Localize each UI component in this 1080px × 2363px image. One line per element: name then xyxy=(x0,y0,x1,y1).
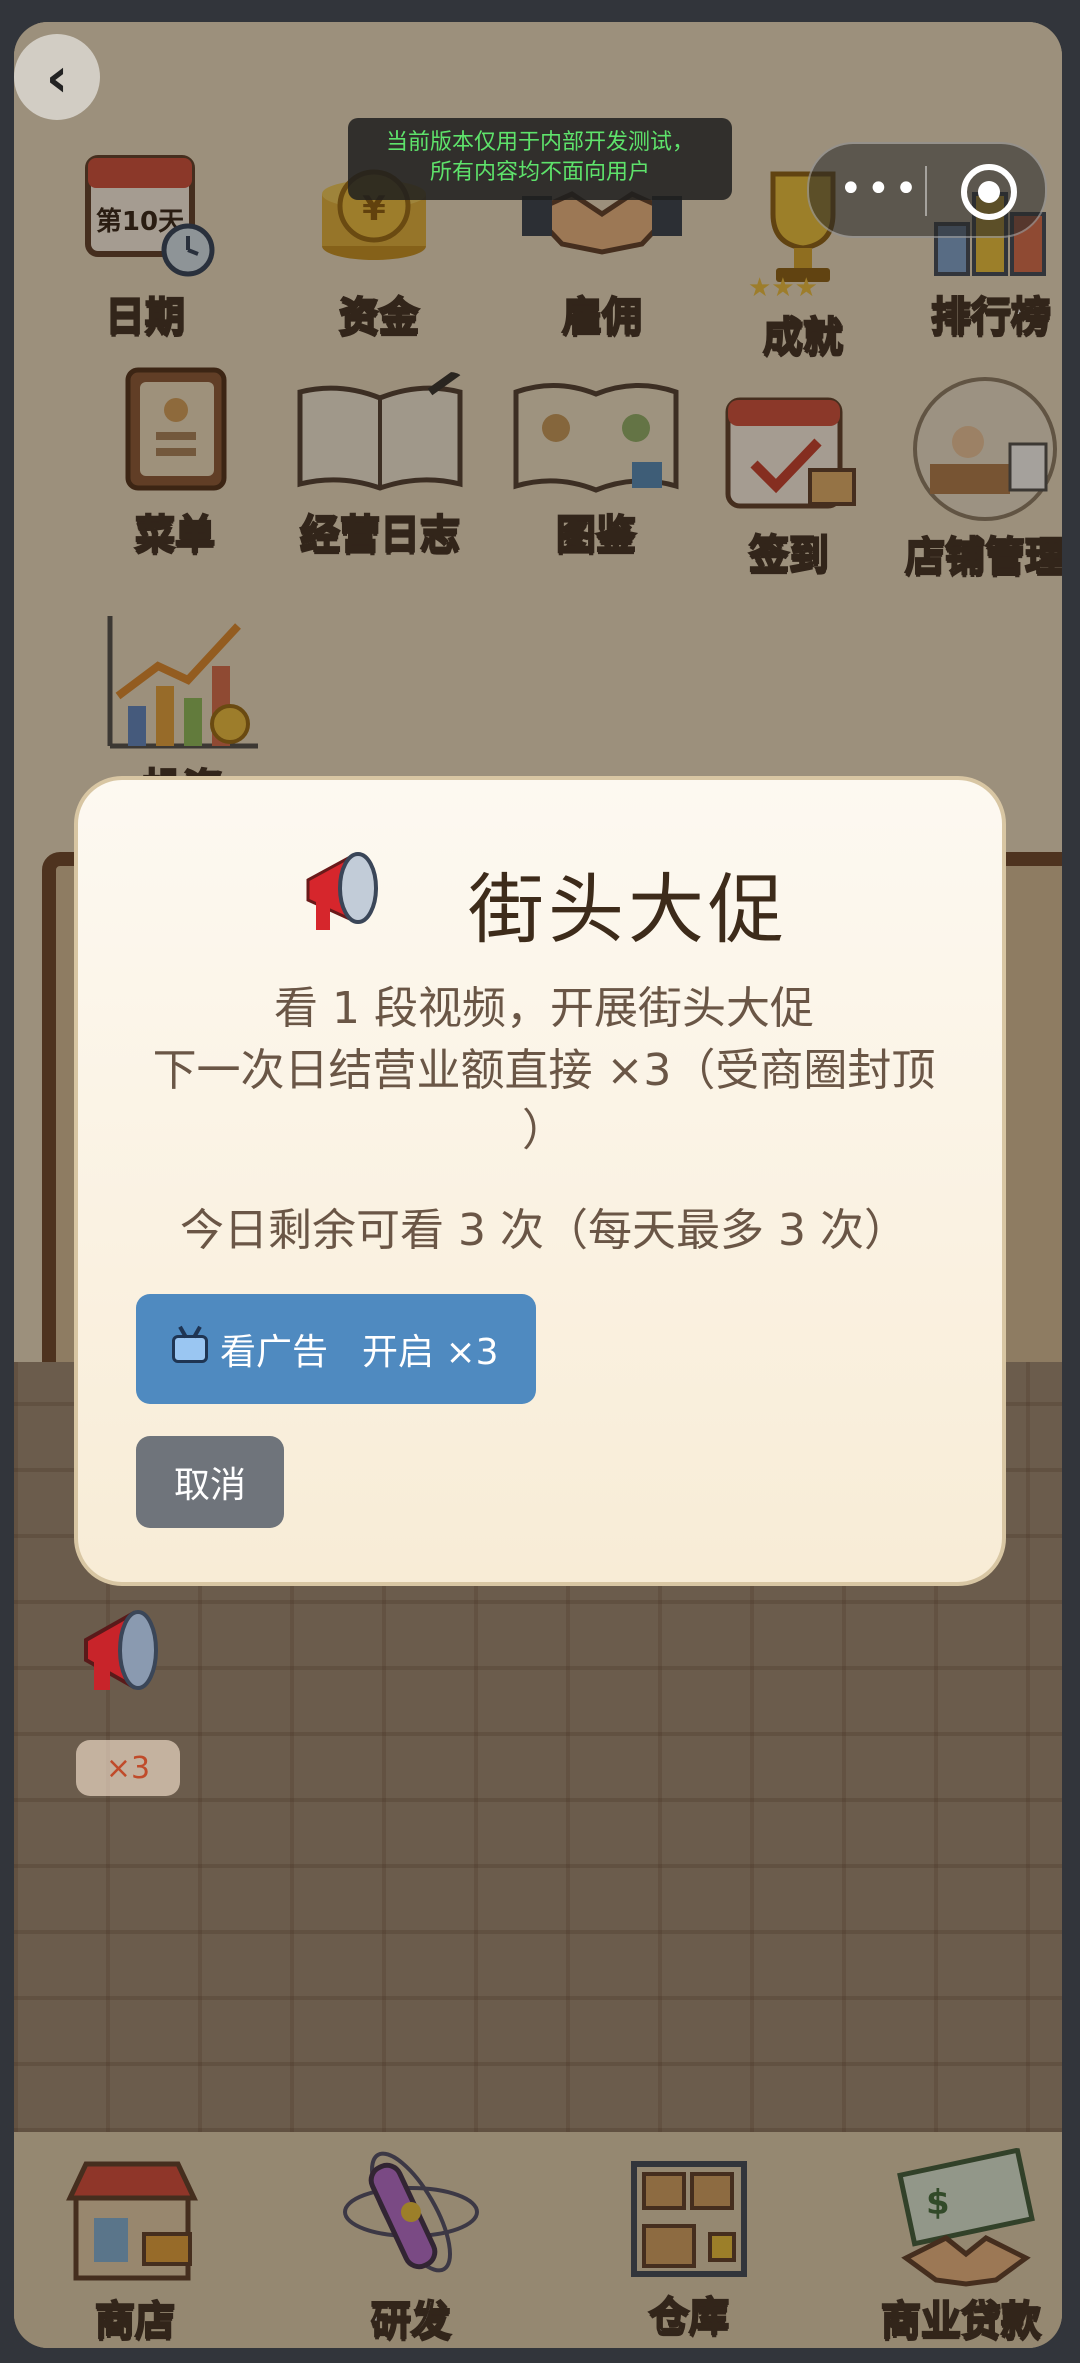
activate-x3-label: 开启 ×3 xyxy=(362,1332,499,1373)
back-button[interactable]: ‹ xyxy=(14,34,100,120)
miniprogram-capsule: ••• xyxy=(807,142,1047,238)
dialog-header: 街头大促 xyxy=(78,842,1002,962)
cancel-button[interactable]: 取消 xyxy=(136,1436,284,1528)
chevron-left-icon: ‹ xyxy=(45,45,69,109)
dev-banner-line1: 当前版本仅用于内部开发测试， xyxy=(385,130,694,155)
megaphone-icon[interactable] xyxy=(72,1600,182,1700)
dialog-remaining-count: 今日剩余可看 3 次（每天最多 3 次） xyxy=(180,1205,908,1256)
dev-test-banner: 当前版本仅用于内部开发测试， 所有内容均不面向用户 xyxy=(348,118,732,200)
watch-ad-label: 看广告 xyxy=(220,1332,329,1373)
promo-multiplier-badge[interactable]: ×3 xyxy=(76,1740,180,1796)
dev-banner-line2: 所有内容均不面向用户 xyxy=(429,160,650,185)
dialog-title: 街头大促 xyxy=(468,865,788,954)
more-options-icon[interactable]: ••• xyxy=(839,166,922,212)
street-promotion-dialog: 街头大促 看 1 段视频，开展街头大促 下一次日结营业额直接 ×3（受商圈封顶 … xyxy=(74,776,1006,1586)
capsule-divider xyxy=(925,166,927,216)
close-miniprogram-icon[interactable] xyxy=(961,164,1017,220)
dialog-desc-line1: 看 1 段视频，开展街头大促 xyxy=(274,983,814,1034)
dialog-desc-line2: 下一次日结营业额直接 ×3（受商圈封顶 xyxy=(152,1045,936,1096)
tv-icon xyxy=(172,1335,208,1363)
watch-ad-button[interactable]: 看广告 开启 ×3 xyxy=(136,1294,536,1404)
megaphone-icon xyxy=(306,852,378,930)
dialog-desc-line3: ） xyxy=(522,1105,566,1156)
